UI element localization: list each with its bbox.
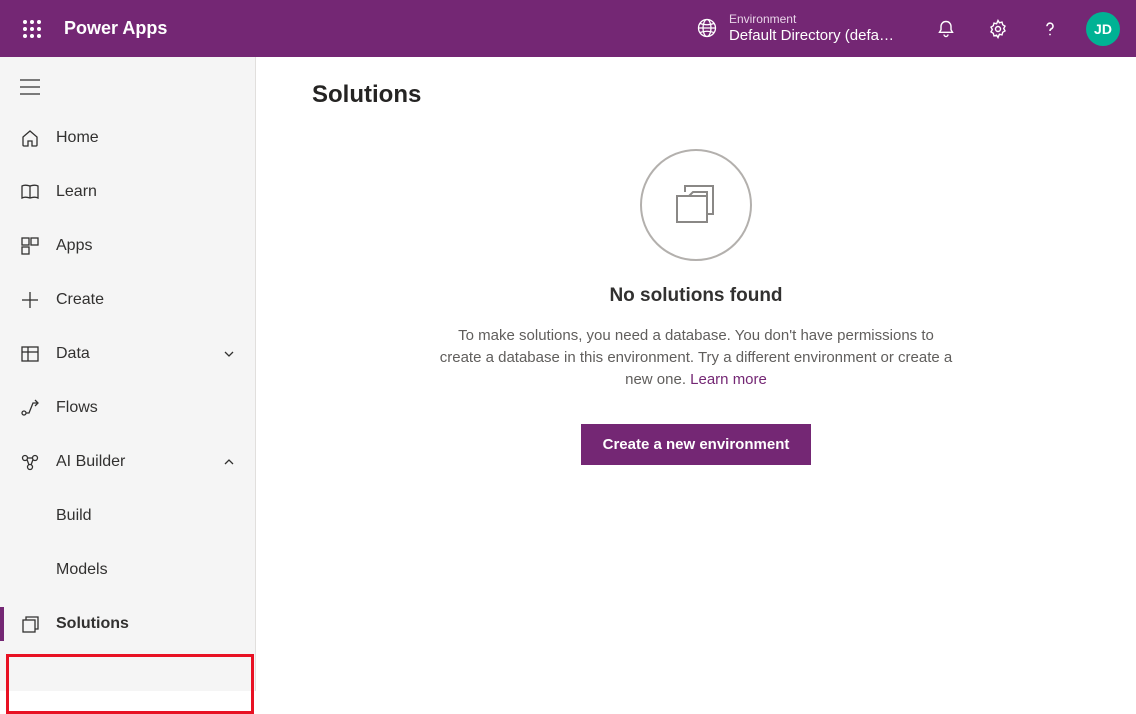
help-icon — [1040, 19, 1060, 39]
gear-icon — [988, 19, 1008, 39]
page-title: Solutions — [312, 81, 1080, 109]
avatar-initials: JD — [1094, 21, 1112, 37]
sidebar-item-home[interactable]: Home — [0, 111, 255, 165]
sidebar-item-ai-build[interactable]: Build — [0, 489, 255, 543]
sidebar-item-label: Models — [56, 561, 237, 579]
learn-more-link[interactable]: Learn more — [690, 371, 767, 388]
sidebar-item-label: AI Builder — [56, 453, 205, 471]
sidebar-item-label: Learn — [56, 183, 237, 201]
bell-icon — [936, 19, 956, 39]
data-icon — [20, 344, 40, 364]
empty-state-icon-circle — [640, 149, 752, 261]
hamburger-icon — [20, 79, 40, 95]
sidebar-item-create[interactable]: Create — [0, 273, 255, 327]
app-body: Home Learn Apps Create Data — [0, 57, 1136, 691]
notifications-button[interactable] — [922, 5, 970, 53]
sidebar-toggle[interactable] — [0, 63, 255, 111]
waffle-icon — [23, 20, 41, 38]
apps-icon — [20, 236, 40, 256]
sidebar-item-flows[interactable]: Flows — [0, 381, 255, 435]
home-icon — [20, 128, 40, 148]
sidebar: Home Learn Apps Create Data — [0, 57, 256, 691]
app-header: Power Apps Environment Default Directory… — [0, 0, 1136, 57]
settings-button[interactable] — [974, 5, 1022, 53]
sidebar-item-label: Solutions — [56, 615, 237, 633]
solutions-icon — [20, 614, 40, 634]
globe-icon — [697, 18, 717, 38]
empty-state-title: No solutions found — [609, 285, 782, 307]
sidebar-item-solutions[interactable]: Solutions — [0, 597, 255, 651]
main-content: Solutions No solutions found To make sol… — [256, 57, 1136, 691]
folder-stack-icon — [669, 178, 723, 232]
sidebar-item-label: Build — [56, 507, 237, 525]
sidebar-item-learn[interactable]: Learn — [0, 165, 255, 219]
environment-label: Environment — [729, 12, 894, 26]
plus-icon — [20, 290, 40, 310]
sidebar-item-apps[interactable]: Apps — [0, 219, 255, 273]
create-environment-button[interactable]: Create a new environment — [581, 424, 812, 465]
flows-icon — [20, 398, 40, 418]
environment-name: Default Directory (defa… — [729, 27, 894, 45]
empty-state-text: To make solutions, you need a database. … — [436, 325, 956, 390]
app-title: Power Apps — [64, 18, 167, 39]
sidebar-item-ai-builder[interactable]: AI Builder — [0, 435, 255, 489]
sidebar-item-ai-models[interactable]: Models — [0, 543, 255, 597]
chevron-up-icon — [221, 454, 237, 470]
sidebar-item-label: Apps — [56, 237, 237, 255]
ai-builder-icon — [20, 452, 40, 472]
environment-text: Environment Default Directory (defa… — [729, 12, 894, 44]
environment-picker[interactable]: Environment Default Directory (defa… — [685, 12, 906, 44]
sidebar-item-label: Data — [56, 345, 205, 363]
sidebar-item-label: Flows — [56, 399, 237, 417]
sidebar-item-label: Home — [56, 129, 237, 147]
sidebar-item-data[interactable]: Data — [0, 327, 255, 381]
tutorial-highlight — [6, 654, 254, 714]
book-icon — [20, 182, 40, 202]
empty-state: No solutions found To make solutions, yo… — [312, 149, 1080, 465]
sidebar-item-label: Create — [56, 291, 237, 309]
app-launcher-button[interactable] — [8, 5, 56, 53]
user-avatar[interactable]: JD — [1086, 12, 1120, 46]
chevron-down-icon — [221, 346, 237, 362]
help-button[interactable] — [1026, 5, 1074, 53]
